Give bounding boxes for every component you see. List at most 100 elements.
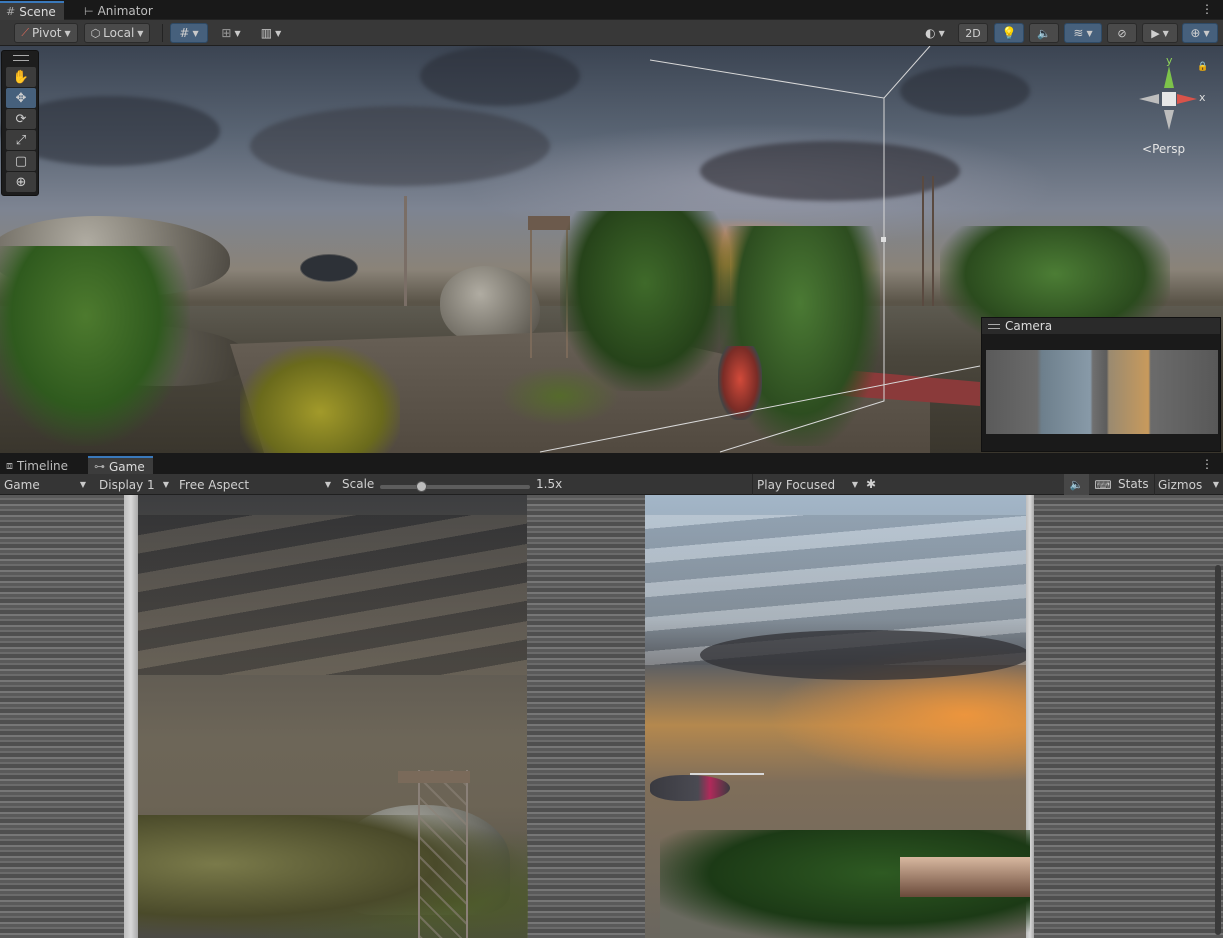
mode-2d-label: 2D <box>965 26 981 40</box>
local-label: Local <box>103 26 135 40</box>
display-select[interactable]: Display 1 ▼ <box>95 474 173 495</box>
gizmos-label: Gizmos <box>1158 477 1203 492</box>
move-tool-button[interactable]: ✥ <box>6 88 36 108</box>
chevron-left-icon: < <box>1142 142 1153 156</box>
view-select-value: Game <box>4 477 40 492</box>
mode-2d-button[interactable]: 2D <box>958 23 988 43</box>
snap-increment-icon: ⊞ <box>221 26 232 40</box>
bushes <box>138 815 528 938</box>
helicopter-rotor <box>690 773 764 775</box>
effects-dropdown[interactable]: ≋ ▼ <box>1064 23 1102 43</box>
camera-preview-header[interactable]: Camera <box>982 318 1220 334</box>
move-arrows-icon: ✥ <box>15 90 27 106</box>
tab-timeline[interactable]: ⧈ Timeline <box>0 457 76 475</box>
scene-visibility-toggle[interactable]: ⊘ <box>1107 23 1137 43</box>
chevron-down-icon: ▼ <box>64 28 71 38</box>
axis-y-label: y <box>1166 54 1173 67</box>
aspect-select[interactable]: Free Aspect ▼ <box>175 474 335 495</box>
camera-preview-image <box>986 350 1218 434</box>
scale-slider-thumb[interactable] <box>416 481 428 492</box>
building <box>900 857 1030 897</box>
projection-label[interactable]: <Persp <box>1142 142 1185 156</box>
gizmos-dropdown[interactable]: Gizmos ▼ <box>1154 474 1222 495</box>
chevron-down-icon: ▼ <box>851 480 858 489</box>
grid-snap-icon: # <box>179 26 190 40</box>
axis-x-label: x <box>1199 91 1206 104</box>
ruler-button[interactable]: ▥ ▼ <box>254 23 288 43</box>
scene-menu-icon[interactable]: ⋮ <box>1201 3 1213 15</box>
animator-icon: ⊢ <box>84 4 94 18</box>
globe-icon: ⊕ <box>1190 26 1201 40</box>
game-menu-icon[interactable]: ⋮ <box>1201 458 1213 470</box>
camera-preview-overlay[interactable]: Camera <box>981 317 1221 452</box>
scene-tab-bar: # Scene ⊢ Animator ⋮ <box>0 0 1223 20</box>
tab-animator[interactable]: ⊢ Animator <box>78 2 161 20</box>
chevron-down-icon: ▼ <box>234 28 241 38</box>
grid-snap-button[interactable]: # ▼ <box>170 23 208 43</box>
transform-tool-button[interactable]: ⊕ <box>6 172 36 192</box>
bug-icon[interactable]: ✱ <box>866 477 876 491</box>
play-mode-value: Play Focused <box>757 477 836 492</box>
stone-pillar <box>0 495 126 938</box>
chevron-down-icon: ▼ <box>938 28 945 38</box>
speaker-muted-icon: 🔈 <box>1037 26 1051 40</box>
chevron-down-icon: ▼ <box>162 480 169 489</box>
shortcuts-button[interactable]: ⌨ <box>1092 474 1114 495</box>
tool-palette: ✋ ✥ ⟳ ⤢ ▢ ⊕ <box>1 50 39 196</box>
display-select-value: Display 1 <box>99 477 155 492</box>
stone-pillar <box>527 495 645 938</box>
scene-viewport[interactable]: ✋ ✥ ⟳ ⤢ ▢ ⊕ y x 🔒 <Persp Camera <box>0 46 1223 453</box>
tab-game[interactable]: ⊶ Game <box>88 456 153 475</box>
draw-mode-dropdown[interactable]: ◐ ▼ <box>916 23 954 43</box>
dark-cloud <box>700 630 1030 680</box>
rect-tool-button[interactable]: ▢ <box>6 151 36 171</box>
rotate-icon: ⟳ <box>15 111 27 127</box>
local-dropdown[interactable]: ⬡ Local ▼ <box>84 23 150 43</box>
tab-scene[interactable]: # Scene <box>0 1 64 20</box>
palette-handle-icon[interactable] <box>13 55 29 61</box>
speaker-muted-icon: 🔈 <box>1069 478 1084 491</box>
chevron-down-icon: ▼ <box>275 28 282 38</box>
grid-icon: # <box>6 5 16 18</box>
stats-button[interactable]: Stats <box>1118 477 1149 491</box>
chevron-down-icon: ▼ <box>79 480 86 489</box>
tab-game-label: Game <box>109 459 145 474</box>
chevron-down-icon: ▼ <box>137 28 144 38</box>
game-viewport[interactable] <box>0 495 1223 938</box>
toolbar-divider <box>162 24 163 42</box>
stone-pillar <box>1034 495 1223 938</box>
gizmos-dropdown[interactable]: ⊕ ▼ <box>1182 23 1218 43</box>
chevron-down-icon: ▼ <box>324 480 331 489</box>
hand-tool-button[interactable]: ✋ <box>6 67 36 87</box>
audio-toggle[interactable]: 🔈 <box>1029 23 1059 43</box>
increment-snap-button[interactable]: ⊞ ▼ <box>212 23 250 43</box>
chevron-down-icon: ▼ <box>1212 480 1219 489</box>
camera-preview-title: Camera <box>1005 319 1053 333</box>
game-tab-bar: ⧈ Timeline ⊶ Game ⋮ <box>0 455 1223 475</box>
pillar-edge <box>124 495 138 938</box>
scene-camera-dropdown[interactable]: ▶ ▼ <box>1142 23 1178 43</box>
scale-tool-button[interactable]: ⤢ <box>6 130 36 150</box>
pivot-icon: ⟋ <box>21 26 30 39</box>
view-select[interactable]: Game ▼ <box>0 474 90 495</box>
drag-handle-icon <box>988 323 1000 329</box>
game-toolbar: Game ▼ Display 1 ▼ Free Aspect ▼ Scale 1… <box>0 474 1223 495</box>
hand-icon: ✋ <box>12 69 30 85</box>
lighting-toggle[interactable]: 💡 <box>994 23 1024 43</box>
ruler-icon: ▥ <box>260 26 273 40</box>
lattice-tower <box>418 770 468 938</box>
scene-orientation-gizmo[interactable]: y x 🔒 <box>1133 54 1213 148</box>
lock-icon[interactable]: 🔒 <box>1197 62 1208 72</box>
scale-slider[interactable] <box>380 481 530 492</box>
mute-audio-button[interactable]: 🔈 <box>1064 474 1089 495</box>
scene-toolbar: ⟋ Pivot ▼ ⬡ Local ▼ # ▼ ⊞ ▼ ▥ ▼ ◐ ▼ 2D 💡… <box>0 20 1223 46</box>
chevron-down-icon: ▼ <box>1086 28 1093 38</box>
rotate-tool-button[interactable]: ⟳ <box>6 109 36 129</box>
tab-timeline-label: Timeline <box>17 459 69 473</box>
pivot-dropdown[interactable]: ⟋ Pivot ▼ <box>14 23 78 43</box>
game-scrollbar[interactable] <box>1215 565 1221 935</box>
helicopter <box>650 775 730 801</box>
camera-icon: ▶ <box>1151 26 1160 40</box>
play-mode-select[interactable]: Play Focused ▼ <box>752 474 862 495</box>
chevron-down-icon: ▼ <box>1162 28 1169 38</box>
